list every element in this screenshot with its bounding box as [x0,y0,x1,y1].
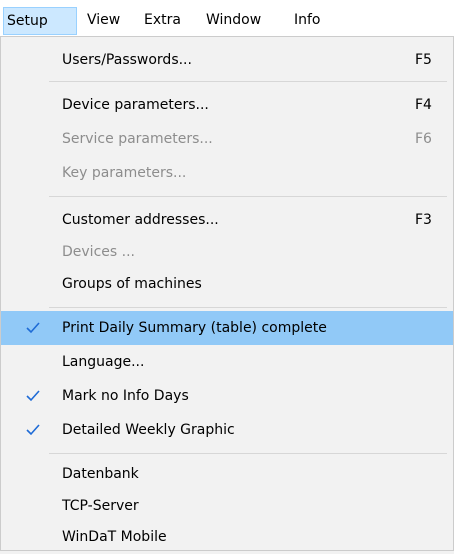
menu-separator [49,81,447,82]
menu-setup[interactable]: Setup [3,7,77,35]
menu-item-label: Mark no Info Days [62,388,189,404]
checkmark-icon [26,390,40,402]
menu-item-label: Key parameters... [62,165,187,181]
setup-dropdown-menu: Users/Passwords... F5 Device parameters.… [0,36,454,551]
menu-item-label: Detailed Weekly Graphic [62,422,235,438]
menu-item-label: Devices ... [62,244,135,260]
menu-item-label: Service parameters... [62,131,213,147]
menu-view[interactable]: View [87,8,120,32]
menu-item-label: Groups of machines [62,276,202,292]
menu-item-users-passwords[interactable]: Users/Passwords... F5 [1,43,453,77]
menu-item-label: Datenbank [62,466,139,482]
menu-item-customer-addresses[interactable]: Customer addresses... F3 [1,203,453,237]
menu-separator [49,196,447,197]
shortcut-key: F4 [415,97,432,113]
menu-item-label: Print Daily Summary (table) complete [62,320,327,336]
menu-item-label: TCP-Server [62,498,139,514]
menu-separator [49,307,447,308]
menu-extra[interactable]: Extra [144,8,181,32]
menu-item-label: Customer addresses... [62,212,219,228]
menu-item-label: Device parameters... [62,97,209,113]
menu-info[interactable]: Info [294,8,321,32]
menu-item-label: Users/Passwords... [62,52,192,68]
menu-item-service-parameters: Service parameters... F6 [1,122,453,156]
menu-item-windat-mobile[interactable]: WinDaT Mobile [1,520,453,554]
menu-separator [49,453,447,454]
menu-item-mark-no-info-days[interactable]: Mark no Info Days [1,379,453,413]
menu-item-devices: Devices ... [1,235,453,269]
menu-item-label: Language... [62,354,145,370]
shortcut-key: F3 [415,212,432,228]
shortcut-key: F6 [415,131,432,147]
shortcut-key: F5 [415,52,432,68]
menu-item-language[interactable]: Language... [1,345,453,379]
menu-bar: Setup View Extra Window Info [0,0,454,36]
menu-item-detailed-weekly-graphic[interactable]: Detailed Weekly Graphic [1,413,453,447]
menu-item-tcp-server[interactable]: TCP-Server [1,489,453,523]
menu-item-key-parameters: Key parameters... [1,156,453,190]
menu-item-datenbank[interactable]: Datenbank [1,457,453,491]
menu-item-device-parameters[interactable]: Device parameters... F4 [1,88,453,122]
checkmark-icon [26,322,40,334]
menu-window[interactable]: Window [206,8,261,32]
menu-item-groups-of-machines[interactable]: Groups of machines [1,267,453,301]
menu-item-label: WinDaT Mobile [62,529,167,545]
checkmark-icon [26,424,40,436]
menu-item-print-daily-summary[interactable]: Print Daily Summary (table) complete [1,311,453,345]
